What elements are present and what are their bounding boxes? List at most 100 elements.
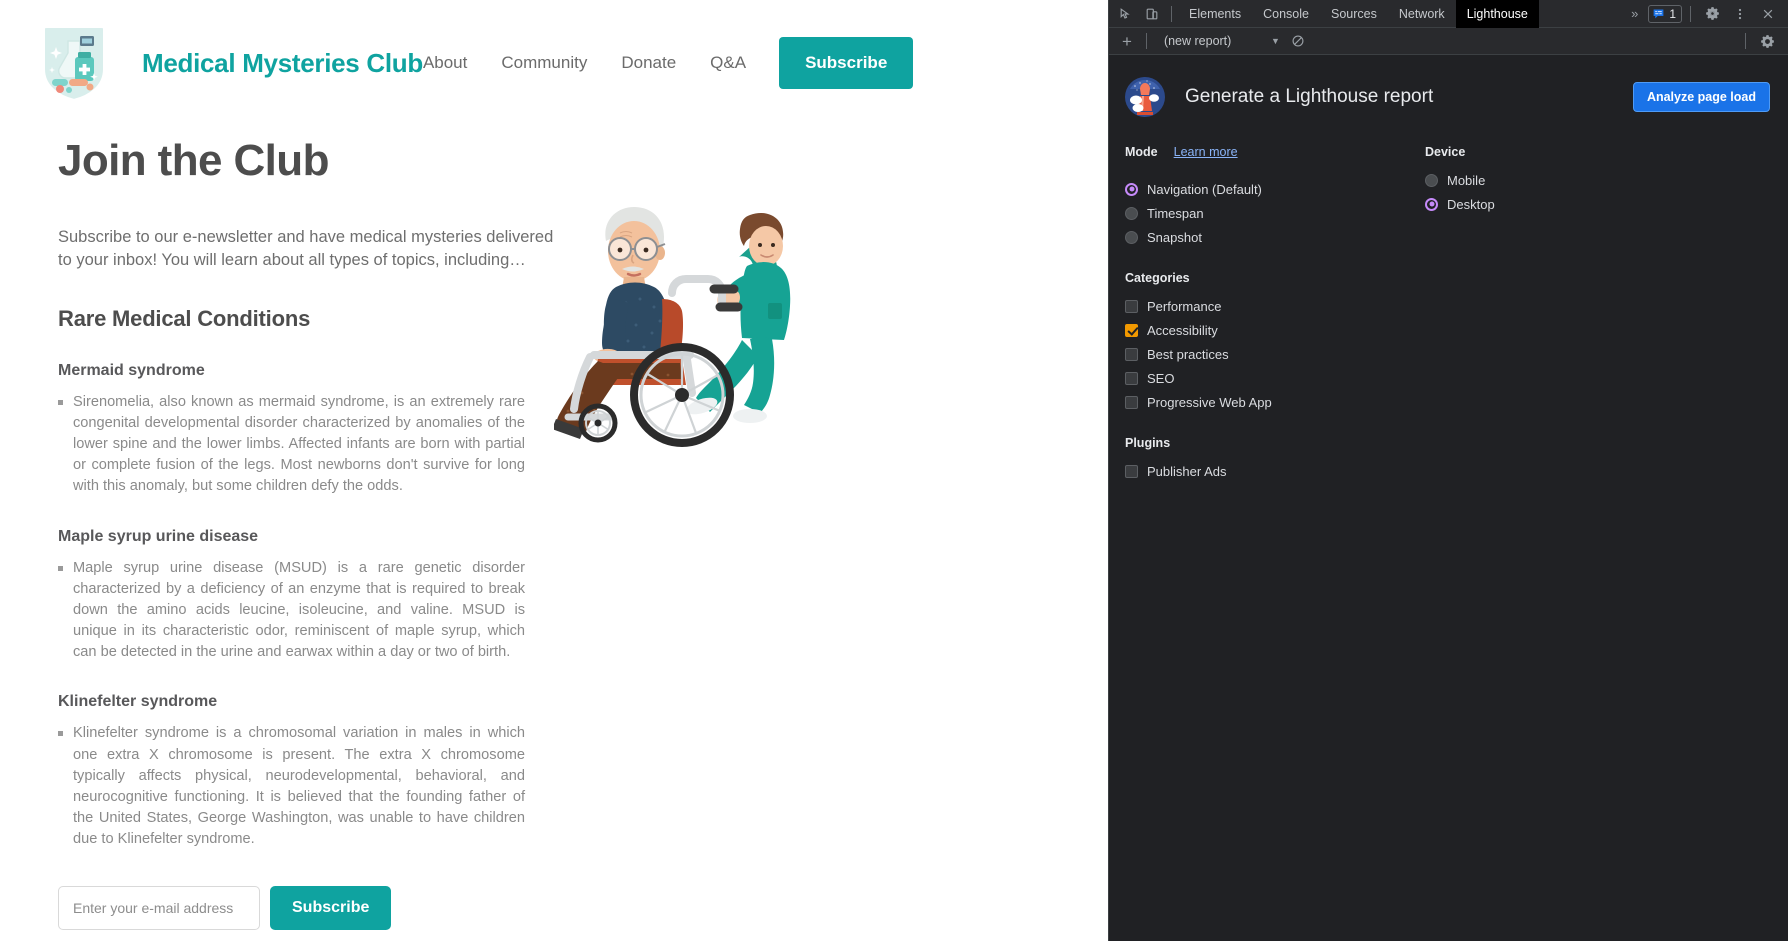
mode-group-header: Mode Learn more xyxy=(1125,145,1425,168)
analyze-page-load-button[interactable]: Analyze page load xyxy=(1632,82,1770,112)
checkbox-best-practices[interactable] xyxy=(1125,347,1138,361)
nav-item-about[interactable]: About xyxy=(423,53,484,73)
mode-device-columns: Mode Learn more Navigation (Default) Tim… xyxy=(1109,145,1788,249)
lighthouse-start-view: Generate a Lighthouse report Analyze pag… xyxy=(1109,55,1788,941)
report-select-value: (new report) xyxy=(1163,34,1232,48)
devtools-toolbar: Elements Console Sources Network Lightho… xyxy=(1109,0,1788,28)
categories-group: Categories Performance Accessibility Bes… xyxy=(1109,271,1788,414)
subbar-divider-2 xyxy=(1745,33,1746,49)
tab-console[interactable]: Console xyxy=(1252,0,1320,28)
web-page: Medical Mysteries Club About Community D… xyxy=(0,0,1108,941)
close-icon[interactable] xyxy=(1755,2,1781,26)
list-item: Klinefelter syndrome is a chromosomal va… xyxy=(58,723,525,850)
plus-icon[interactable]: + xyxy=(1114,33,1140,50)
category-option-performance[interactable]: Performance xyxy=(1125,294,1772,318)
gear-icon[interactable] xyxy=(1699,2,1725,26)
radio-timespan[interactable] xyxy=(1125,206,1138,220)
chevron-down-icon: ▼ xyxy=(1271,36,1280,46)
medical-shield-logo xyxy=(38,21,110,105)
more-options-icon[interactable] xyxy=(1727,2,1753,26)
plugin-option-publisher-ads[interactable]: Publisher Ads xyxy=(1125,459,1772,483)
checkbox-publisher-ads[interactable] xyxy=(1125,464,1138,478)
nav-item-qa[interactable]: Q&A xyxy=(693,53,763,73)
device-label-mobile: Mobile xyxy=(1447,172,1486,188)
mode-option-timespan[interactable]: Timespan xyxy=(1125,201,1425,225)
list-item: Sirenomelia, also known as mermaid syndr… xyxy=(58,392,525,498)
category-label-best-practices: Best practices xyxy=(1147,346,1229,362)
mode-group: Mode Learn more Navigation (Default) Tim… xyxy=(1125,145,1425,249)
lighthouse-heading: Generate a Lighthouse report xyxy=(1185,86,1434,107)
subbar-right xyxy=(1739,29,1783,53)
device-option-mobile[interactable]: Mobile xyxy=(1425,168,1495,192)
radio-desktop[interactable] xyxy=(1425,197,1438,211)
device-group: Device Mobile Desktop xyxy=(1425,145,1495,249)
clear-icon[interactable] xyxy=(1285,29,1311,53)
toolbar-divider-2 xyxy=(1690,5,1691,22)
category-label-seo: SEO xyxy=(1147,370,1175,386)
tab-lighthouse[interactable]: Lighthouse xyxy=(1455,0,1539,28)
category-label-performance: Performance xyxy=(1147,298,1222,314)
category-label-pwa: Progressive Web App xyxy=(1147,394,1272,410)
email-field[interactable] xyxy=(58,886,260,931)
nav-subscribe-button[interactable]: Subscribe xyxy=(779,37,914,89)
mode-label-navigation: Navigation (Default) xyxy=(1147,181,1262,197)
radio-mobile[interactable] xyxy=(1425,173,1438,187)
toolbar-divider xyxy=(1171,5,1172,22)
category-option-pwa[interactable]: Progressive Web App xyxy=(1125,390,1772,414)
device-title: Device xyxy=(1425,145,1466,159)
mode-option-navigation[interactable]: Navigation (Default) xyxy=(1125,177,1425,201)
report-select[interactable]: (new report) ▼ xyxy=(1157,33,1285,49)
plugin-label-publisher-ads: Publisher Ads xyxy=(1147,463,1227,479)
checkbox-accessibility[interactable] xyxy=(1125,323,1138,337)
devtools-panel: Elements Console Sources Network Lightho… xyxy=(1108,0,1788,941)
tab-network[interactable]: Network xyxy=(1388,0,1456,28)
lighthouse-header: Generate a Lighthouse report Analyze pag… xyxy=(1109,77,1788,117)
subscribe-form: Subscribe xyxy=(58,886,1108,931)
condition-title-klinefelter: Klinefelter syndrome xyxy=(58,693,218,711)
condition-list-msud: Maple syrup urine disease (MSUD) is a ra… xyxy=(58,558,1108,664)
device-option-desktop[interactable]: Desktop xyxy=(1425,192,1495,216)
issues-badge[interactable]: 1 xyxy=(1648,4,1682,23)
panel-settings-gear-icon[interactable] xyxy=(1754,29,1780,53)
mode-label-snapshot: Snapshot xyxy=(1147,229,1202,245)
tab-elements[interactable]: Elements xyxy=(1178,0,1252,28)
brand-title: Medical Mysteries Club xyxy=(142,47,423,78)
condition-title-msud: Maple syrup urine disease xyxy=(58,527,259,545)
device-label-desktop: Desktop xyxy=(1447,196,1495,212)
list-item: Maple syrup urine disease (MSUD) is a ra… xyxy=(58,558,525,664)
tab-sources[interactable]: Sources xyxy=(1320,0,1388,28)
condition-list-klinefelter: Klinefelter syndrome is a chromosomal va… xyxy=(58,723,1108,850)
subscribe-submit-button[interactable]: Subscribe xyxy=(270,886,392,931)
issues-message-icon xyxy=(1653,9,1664,19)
category-option-best-practices[interactable]: Best practices xyxy=(1125,342,1772,366)
intro-paragraph: Subscribe to our e-newsletter and have m… xyxy=(58,228,554,270)
nav-item-donate[interactable]: Donate xyxy=(604,53,693,73)
checkbox-seo[interactable] xyxy=(1125,371,1138,385)
category-option-accessibility[interactable]: Accessibility xyxy=(1125,318,1772,342)
inspect-element-icon[interactable] xyxy=(1113,2,1139,26)
subbar-divider xyxy=(1145,33,1147,49)
nav-item-community[interactable]: Community xyxy=(484,53,604,73)
device-toolbar-icon[interactable] xyxy=(1139,2,1165,26)
issues-count: 1 xyxy=(1669,6,1676,21)
lighthouse-logo xyxy=(1125,77,1165,117)
mode-title: Mode xyxy=(1125,145,1158,159)
devtools-toolbar-right: » 1 xyxy=(1623,2,1784,26)
learn-more-link[interactable]: Learn more xyxy=(1174,145,1238,159)
category-option-seo[interactable]: SEO xyxy=(1125,366,1772,390)
main-nav: About Community Donate Q&A Subscribe xyxy=(423,37,914,89)
page-title: Join the Club xyxy=(58,136,329,185)
category-label-accessibility: Accessibility xyxy=(1147,322,1218,338)
plugins-title: Plugins xyxy=(1125,436,1171,450)
lighthouse-subtoolbar: + (new report) ▼ xyxy=(1109,28,1788,55)
radio-snapshot[interactable] xyxy=(1125,230,1138,244)
more-tabs-icon[interactable]: » xyxy=(1623,6,1646,21)
checkbox-performance[interactable] xyxy=(1125,299,1138,313)
radio-navigation[interactable] xyxy=(1125,182,1138,196)
mode-option-snapshot[interactable]: Snapshot xyxy=(1125,225,1425,249)
app-screen: Medical Mysteries Club About Community D… xyxy=(0,0,1788,941)
mode-label-timespan: Timespan xyxy=(1147,205,1204,221)
checkbox-pwa[interactable] xyxy=(1125,395,1138,409)
categories-title: Categories xyxy=(1125,271,1190,285)
site-header: Medical Mysteries Club About Community D… xyxy=(0,0,1108,122)
